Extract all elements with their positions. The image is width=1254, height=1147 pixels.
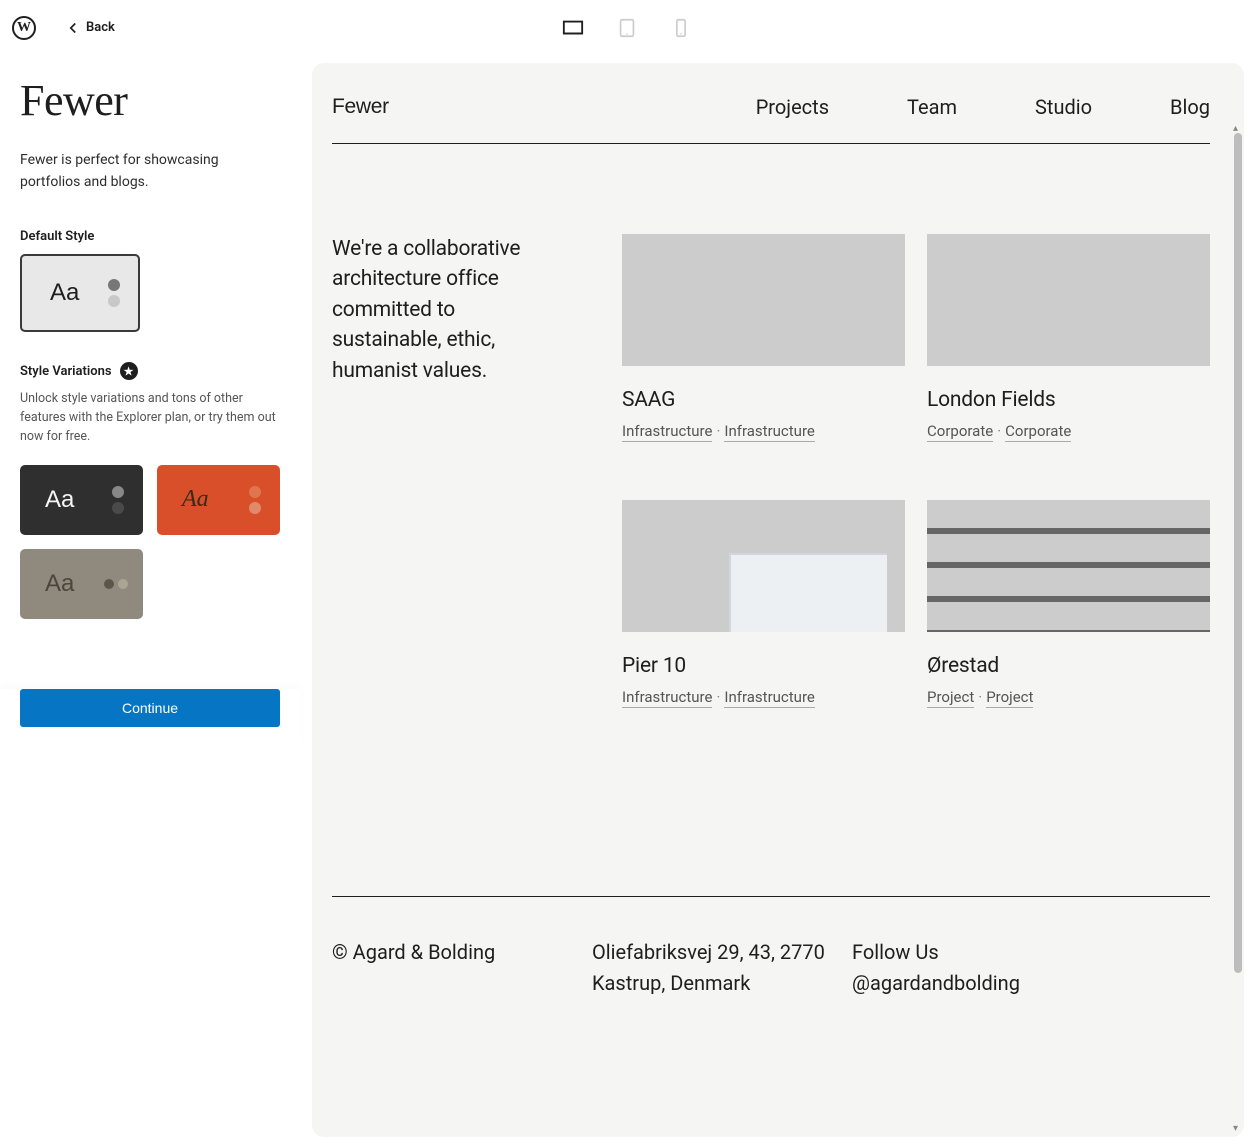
project-title: Ørestad [927,654,1210,678]
project-tags: Infrastructure·Infrastructure [622,688,905,706]
project-tag-link[interactable]: Infrastructure [622,422,712,442]
continue-button[interactable]: Continue [20,689,280,727]
preview-main: We're a collaborative architecture offic… [332,234,1210,706]
nav-link-blog[interactable]: Blog [1170,95,1210,119]
project-thumbnail [927,500,1210,632]
color-dots-icon [249,486,261,514]
back-label: Back [86,20,115,35]
project-thumbnail [622,234,905,366]
wordpress-logo-icon[interactable]: W [12,16,36,40]
footer-address-line1: Oliefabriksvej 29, 43, 2770 [592,937,842,968]
device-desktop-button[interactable] [555,10,591,46]
project-tag-link[interactable]: Infrastructure [622,688,712,708]
tablet-icon [616,17,638,39]
theme-description: Fewer is perfect for showcasing portfoli… [20,150,280,193]
preview-content[interactable]: Fewer Projects Team Studio Blog We're a … [312,63,1230,1137]
footer-copyright: © Agard & Bolding [332,937,582,999]
back-button[interactable]: Back [64,19,115,37]
style-card-default[interactable]: Aa [20,254,140,332]
project-tags: Corporate·Corporate [927,422,1210,440]
scrollbar-up-icon[interactable]: ▴ [1233,123,1243,133]
project-tags: Project·Project [927,688,1210,706]
nav-link-team[interactable]: Team [907,95,957,119]
topbar: W Back [0,0,1254,55]
theme-preview-frame: ▴ ▾ Fewer Projects Team Studio Blog We'r… [312,63,1244,1137]
device-tablet-button[interactable] [609,10,645,46]
device-mobile-button[interactable] [663,10,699,46]
continue-button-container: Continue [0,689,300,747]
color-dots-icon [108,279,120,307]
project-tag-link[interactable]: Corporate [927,422,993,442]
preview-site-header: Fewer Projects Team Studio Blog [332,81,1210,144]
chevron-left-icon [64,19,82,37]
preview-nav: Projects Team Studio Blog [756,95,1210,119]
scrollbar-down-icon[interactable]: ▾ [1233,1123,1243,1133]
style-variations-description: Unlock style variations and tons of othe… [20,390,280,446]
preview-intro-text: We're a collaborative architecture offic… [332,234,562,706]
mobile-icon [670,17,692,39]
premium-badge-icon: ★ [120,362,138,380]
theme-name: Fewer [20,75,280,126]
project-title: SAAG [622,388,905,412]
footer-address: Oliefabriksvej 29, 43, 2770 Kastrup, Den… [592,937,842,999]
style-variations-grid: Aa Aa Aa [20,465,280,619]
project-title: London Fields [927,388,1210,412]
project-card[interactable]: Ørestad Project·Project [927,500,1210,706]
footer-handle: @agardandbolding [852,968,1210,999]
project-tag-link[interactable]: Infrastructure [724,422,814,442]
preview-site-title[interactable]: Fewer [332,95,389,119]
nav-link-projects[interactable]: Projects [756,95,829,119]
footer-address-line2: Kastrup, Denmark [592,968,842,999]
project-card[interactable]: SAAG Infrastructure·Infrastructure [622,234,905,440]
preview-footer: © Agard & Bolding Oliefabriksvej 29, 43,… [332,896,1210,999]
footer-follow-label: Follow Us [852,937,1210,968]
preview-projects-grid: SAAG Infrastructure·Infrastructure Londo… [622,234,1210,706]
style-sample-text: Aa [45,486,74,514]
style-sample-text: Aa [182,486,209,513]
color-dots-icon [104,579,128,589]
color-dots-icon [112,486,124,514]
project-thumbnail [622,500,905,632]
project-tags: Infrastructure·Infrastructure [622,422,905,440]
project-title: Pier 10 [622,654,905,678]
sidebar: Fewer Fewer is perfect for showcasing po… [0,55,300,1147]
project-tag-link[interactable]: Project [927,688,974,708]
style-card-orange[interactable]: Aa [157,465,280,535]
project-thumbnail [927,234,1210,366]
style-sample-text: Aa [45,570,74,598]
style-variations-text: Style Variations [20,364,112,379]
footer-follow: Follow Us @agardandbolding [852,937,1210,999]
style-sample-text: Aa [50,279,79,307]
project-tag-link[interactable]: Project [986,688,1033,708]
device-switcher [555,10,699,46]
default-style-label: Default Style [20,229,280,244]
project-card[interactable]: London Fields Corporate·Corporate [927,234,1210,440]
style-card-tan[interactable]: Aa [20,549,143,619]
nav-link-studio[interactable]: Studio [1035,95,1092,119]
project-tag-link[interactable]: Infrastructure [724,688,814,708]
project-tag-link[interactable]: Corporate [1005,422,1071,442]
style-card-dark[interactable]: Aa [20,465,143,535]
scrollbar-thumb[interactable] [1234,133,1242,973]
desktop-icon [562,17,584,39]
project-card[interactable]: Pier 10 Infrastructure·Infrastructure [622,500,905,706]
style-variations-label: Style Variations ★ [20,362,280,380]
